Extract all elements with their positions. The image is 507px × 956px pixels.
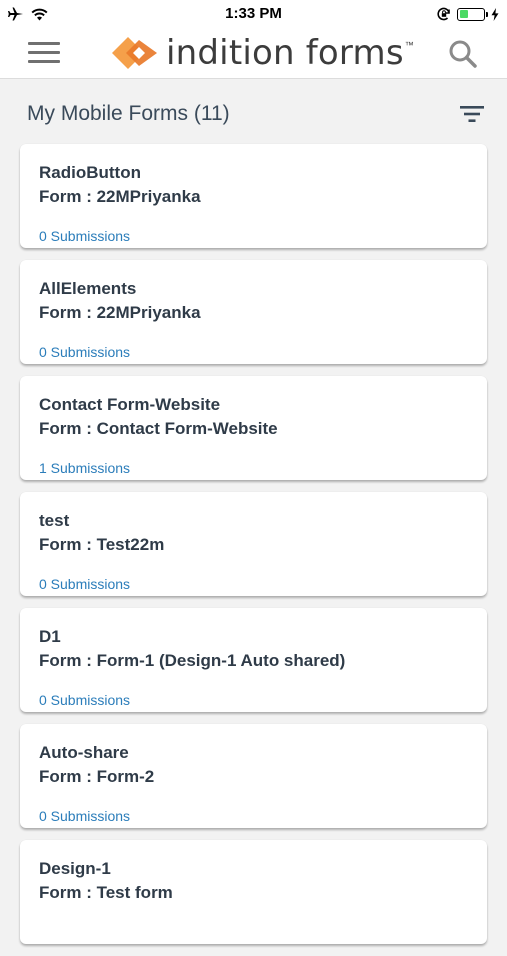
form-card[interactable]: Design-1 Form : Test form xyxy=(20,840,487,944)
forms-list: RadioButton Form : 22MPriyanka 0 Submiss… xyxy=(20,144,487,956)
list-header: My Mobile Forms (11) xyxy=(0,79,507,145)
status-time: 1:33 PM xyxy=(225,5,282,22)
form-card[interactable]: Auto-share Form : Form-2 0 Submissions xyxy=(20,724,487,828)
search-icon[interactable] xyxy=(447,38,479,70)
form-card-submissions-link[interactable]: 0 Submissions xyxy=(39,344,130,360)
form-card-submissions-link[interactable]: 1 Submissions xyxy=(39,460,130,476)
orientation-lock-icon xyxy=(437,7,450,21)
form-card-name: test xyxy=(39,511,70,530)
form-card-submissions-link[interactable]: 0 Submissions xyxy=(39,576,130,592)
brand-tm: ™ xyxy=(404,40,414,50)
charging-bolt-icon xyxy=(491,7,499,21)
form-card-form: Form : Form-1 (Design-1 Auto shared) xyxy=(39,651,346,670)
form-card-form: Form : Contact Form-Website xyxy=(39,419,278,438)
status-right xyxy=(437,5,499,23)
form-card-form: Form : 22MPriyanka xyxy=(39,303,201,322)
form-card-name: RadioButton xyxy=(39,163,141,182)
form-card-submissions-link[interactable]: 0 Submissions xyxy=(39,692,130,708)
form-card-form: Form : 22MPriyanka xyxy=(39,187,201,206)
form-card-name: D1 xyxy=(39,627,61,646)
form-card[interactable]: D1 Form : Form-1 (Design-1 Auto shared) … xyxy=(20,608,487,712)
app-header: indition forms ™ xyxy=(0,28,507,79)
indition-logo-icon xyxy=(112,37,157,69)
form-card-submissions-link[interactable]: 0 Submissions xyxy=(39,228,130,244)
menu-icon xyxy=(28,41,60,45)
brand-name: indition forms xyxy=(166,33,404,73)
page-title: My Mobile Forms (11) xyxy=(27,102,230,125)
status-bar: 1:33 PM xyxy=(0,0,507,28)
form-card-name: Contact Form-Website xyxy=(39,395,221,414)
filter-icon[interactable] xyxy=(459,103,485,125)
form-card-form: Form : Test form xyxy=(39,883,173,902)
battery-icon xyxy=(457,7,488,21)
form-card-form: Form : Test22m xyxy=(39,535,165,554)
form-card[interactable]: test Form : Test22m 0 Submissions xyxy=(20,492,487,596)
form-card[interactable]: AllElements Form : 22MPriyanka 0 Submiss… xyxy=(20,260,487,364)
form-card-name: AllElements xyxy=(39,279,137,298)
brand: indition forms ™ xyxy=(110,32,414,74)
form-card-name: Design-1 xyxy=(39,859,111,878)
form-card[interactable]: Contact Form-Website Form : Contact Form… xyxy=(20,376,487,480)
form-card-name: Auto-share xyxy=(39,743,129,762)
menu-button[interactable] xyxy=(22,38,62,66)
form-card-submissions-link[interactable]: 0 Submissions xyxy=(39,808,130,824)
form-card[interactable]: RadioButton Form : 22MPriyanka 0 Submiss… xyxy=(20,144,487,248)
form-card-form: Form : Form-2 xyxy=(39,767,155,786)
